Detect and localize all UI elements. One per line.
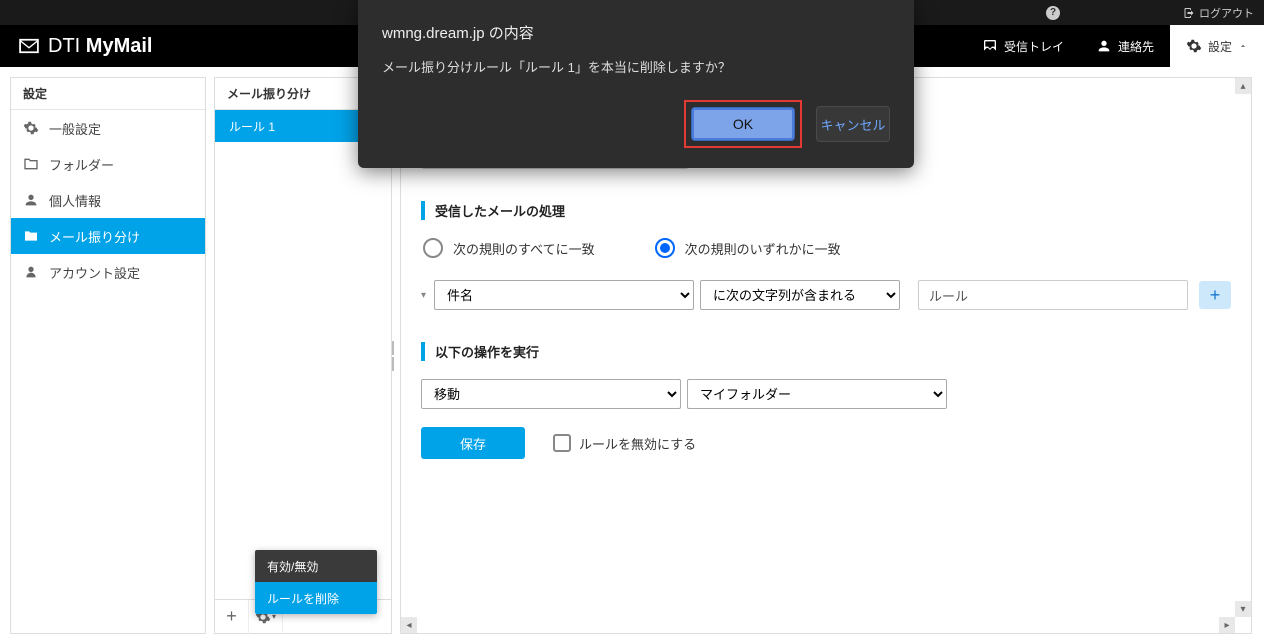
nav-contacts-label: 連絡先 bbox=[1118, 38, 1154, 55]
bullet-icon: ▾ bbox=[421, 290, 426, 301]
ctx-delete-rule[interactable]: ルールを削除 bbox=[255, 582, 377, 614]
logout-icon bbox=[1183, 7, 1195, 19]
actions-heading: 以下の操作を実行 bbox=[421, 342, 1231, 361]
person-icon bbox=[23, 192, 39, 208]
disable-label: ルールを無効にする bbox=[579, 434, 696, 453]
chevron-up-icon bbox=[1238, 41, 1248, 51]
sidebar-item-folders[interactable]: フォルダー bbox=[11, 146, 205, 182]
scroll-down-button[interactable]: ▾ bbox=[1235, 601, 1251, 617]
cancel-button[interactable]: キャンセル bbox=[816, 106, 890, 142]
sidebar-item-filters[interactable]: メール振り分け bbox=[11, 218, 205, 254]
logout-button[interactable]: ログアウト bbox=[1183, 5, 1254, 21]
nav-contacts[interactable]: 連絡先 bbox=[1080, 25, 1170, 67]
radio-icon bbox=[655, 238, 675, 258]
sidebar-item-label: 個人情報 bbox=[49, 191, 101, 210]
app-logo: DTI MyMail bbox=[18, 35, 152, 58]
sidebar-title: 設定 bbox=[11, 78, 205, 110]
action-target-select[interactable]: マイフォルダー bbox=[687, 379, 947, 409]
rule-context-menu: 有効/無効 ルールを削除 bbox=[255, 550, 377, 614]
dialog-message: メール振り分けルール「ルール 1」を本当に削除しますか？ bbox=[382, 57, 890, 76]
radio-label: 次の規則のすべてに一致 bbox=[453, 239, 595, 258]
ctx-toggle-enabled[interactable]: 有効/無効 bbox=[255, 550, 377, 582]
sidebar-item-label: メール振り分け bbox=[49, 227, 140, 246]
radio-label: 次の規則のいずれかに一致 bbox=[685, 239, 841, 258]
rule-item-label: ルール 1 bbox=[229, 118, 275, 135]
save-button[interactable]: 保存 bbox=[421, 427, 525, 459]
gear-icon bbox=[1186, 38, 1202, 54]
scroll-up-button[interactable]: ▴ bbox=[1235, 78, 1251, 94]
condition-row: ▾ 件名 に次の文字列が含まれる + bbox=[421, 280, 1231, 310]
scroll-left-button[interactable]: ◂ bbox=[401, 617, 417, 633]
logout-label: ログアウト bbox=[1199, 5, 1254, 21]
account-icon bbox=[23, 264, 39, 280]
nav-inbox-label: 受信トレイ bbox=[1004, 38, 1064, 55]
nav-inbox[interactable]: 受信トレイ bbox=[966, 25, 1080, 67]
scroll-right-button[interactable]: ▸ bbox=[1219, 617, 1235, 633]
ok-button[interactable]: OK bbox=[691, 107, 795, 141]
sidebar-item-label: アカウント設定 bbox=[49, 263, 140, 282]
add-condition-button[interactable]: + bbox=[1199, 281, 1231, 309]
header-nav: 受信トレイ 連絡先 設定 bbox=[966, 25, 1264, 67]
sidebar-item-label: 一般設定 bbox=[49, 119, 101, 138]
gear-icon bbox=[23, 120, 39, 136]
radio-match-all[interactable]: 次の規則のすべてに一致 bbox=[423, 238, 595, 258]
action-row: 移動 マイフォルダー bbox=[421, 379, 1231, 409]
settings-sidebar: 設定 一般設定 フォルダー 個人情報 メール振り分け アカウント設定 bbox=[10, 77, 206, 634]
brand-prefix: DTI bbox=[48, 35, 80, 57]
sidebar-item-account[interactable]: アカウント設定 bbox=[11, 254, 205, 290]
contacts-icon bbox=[1096, 38, 1112, 54]
envelope-icon bbox=[18, 38, 40, 54]
add-rule-button[interactable]: + bbox=[215, 600, 249, 634]
sidebar-item-label: フォルダー bbox=[49, 155, 114, 174]
radio-match-any[interactable]: 次の規則のいずれかに一致 bbox=[655, 238, 841, 258]
disable-rule-checkbox[interactable]: ルールを無効にする bbox=[553, 434, 696, 453]
condition-operator-select[interactable]: に次の文字列が含まれる bbox=[700, 280, 900, 310]
brand-name: MyMail bbox=[86, 35, 153, 57]
user-label bbox=[1072, 5, 1171, 21]
inbox-icon bbox=[982, 38, 998, 54]
nav-settings-label: 設定 bbox=[1208, 38, 1232, 55]
radio-icon bbox=[423, 238, 443, 258]
column-resize-handle[interactable] bbox=[391, 336, 397, 376]
condition-field-select[interactable]: 件名 bbox=[434, 280, 694, 310]
folder-icon bbox=[23, 156, 39, 172]
condition-value-input[interactable] bbox=[918, 280, 1188, 310]
nav-settings[interactable]: 設定 bbox=[1170, 25, 1264, 67]
processing-heading: 受信したメールの処理 bbox=[421, 201, 1231, 220]
ok-highlight: OK bbox=[684, 100, 802, 148]
sidebar-item-personal[interactable]: 個人情報 bbox=[11, 182, 205, 218]
confirm-dialog: wmng.dream.jp の内容 メール振り分けルール「ルール 1」を本当に削… bbox=[358, 0, 914, 168]
checkbox-icon bbox=[553, 434, 571, 452]
help-icon[interactable]: ? bbox=[1046, 6, 1060, 20]
sidebar-item-general[interactable]: 一般設定 bbox=[11, 110, 205, 146]
action-type-select[interactable]: 移動 bbox=[421, 379, 681, 409]
dialog-title: wmng.dream.jp の内容 bbox=[382, 22, 890, 43]
folder-filled-icon bbox=[23, 228, 39, 244]
